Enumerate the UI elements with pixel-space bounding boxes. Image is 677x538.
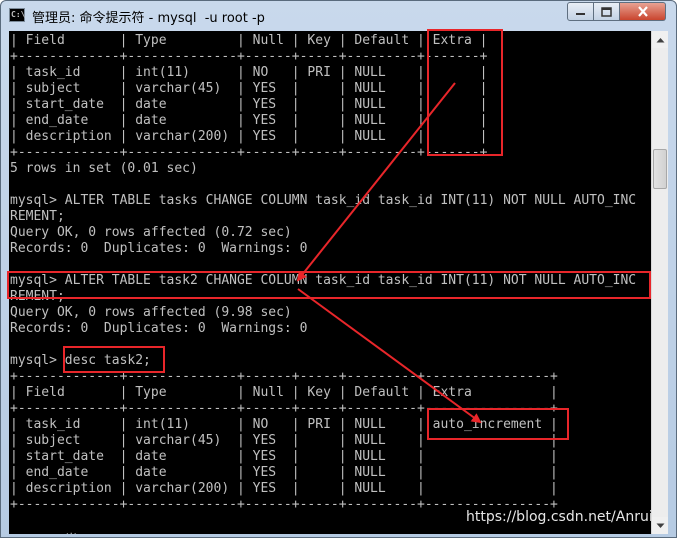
vertical-scrollbar[interactable] <box>651 31 668 534</box>
console-line: +-------------+--------------+------+---… <box>10 369 558 384</box>
console-line: | start_date | date | YES | | NULL | | <box>10 97 488 112</box>
console-line: | description | varchar(200) | YES | | N… <box>10 129 488 144</box>
console-line: +-------------+--------------+------+---… <box>10 401 558 416</box>
close-icon <box>637 6 648 17</box>
maximize-icon <box>601 6 612 17</box>
console-line: mysql> ALTER TABLE task2 CHANGE COLUMN t… <box>10 273 637 288</box>
console-output[interactable]: | Field | Type | Null | Key | Default | … <box>9 31 651 534</box>
scrollbar-thumb[interactable] <box>653 149 667 189</box>
console-line: +-------------+--------------+------+---… <box>10 49 488 64</box>
watermark-text: https://blog.csdn.net/Anrui <box>466 509 653 525</box>
console-line: 5 rows in set (0.01 sec) <box>10 161 198 176</box>
minimize-button[interactable] <box>567 2 594 21</box>
arrow-down-icon <box>656 523 664 528</box>
cmd-window: C:\ 管理员: 命令提示符 - mysql -u root -p | Fiel… <box>0 0 677 538</box>
console-line: Query OK, 0 rows affected (9.98 sec) <box>10 305 292 320</box>
console-line: Query OK, 0 rows affected (0.72 sec) <box>10 225 292 240</box>
title-bar[interactable]: C:\ 管理员: 命令提示符 - mysql -u root -p <box>1 1 676 31</box>
scroll-down-button[interactable] <box>652 517 668 534</box>
arrow-up-icon <box>656 37 664 42</box>
console-line: | subject | varchar(45) | YES | | NULL |… <box>10 81 488 96</box>
close-button[interactable] <box>620 2 666 21</box>
console-line: | end_date | date | YES | | NULL | | <box>10 465 558 480</box>
console-line: REMENT; <box>10 289 65 304</box>
console-line: | Field | Type | Null | Key | Default | … <box>10 33 488 48</box>
console-line: Records: 0 Duplicates: 0 Warnings: 0 <box>10 241 308 256</box>
console-line: mysql> desc task2; <box>10 353 151 368</box>
cmd-icon: C:\ <box>9 8 25 22</box>
console-line: | description | varchar(200) | YES | | N… <box>10 481 558 496</box>
console-line: | end_date | date | YES | | NULL | | <box>10 113 488 128</box>
console-line: | start_date | date | YES | | NULL | | <box>10 449 558 464</box>
console-line: Records: 0 Duplicates: 0 Warnings: 0 <box>10 321 308 336</box>
console-line: REMENT; <box>10 209 65 224</box>
window-title: 管理员: 命令提示符 - mysql -u root -p <box>32 11 265 26</box>
maximize-button[interactable] <box>594 2 620 21</box>
console-line: mysql> ALTER TABLE tasks CHANGE COLUMN t… <box>10 193 637 208</box>
console-line: | Field | Type | Null | Key | Default | … <box>10 385 558 400</box>
scroll-up-button[interactable] <box>652 31 668 48</box>
minimize-icon <box>576 13 585 15</box>
console-line: | subject | varchar(45) | YES | | NULL |… <box>10 433 558 448</box>
console-line: | task_id | int(11) | NO | PRI | NULL | … <box>10 417 558 432</box>
console-line: +-------------+--------------+------+---… <box>10 145 488 160</box>
console-line: | task_id | int(11) | NO | PRI | NULL | … <box>10 65 488 80</box>
console-line: 半: <box>10 529 86 534</box>
